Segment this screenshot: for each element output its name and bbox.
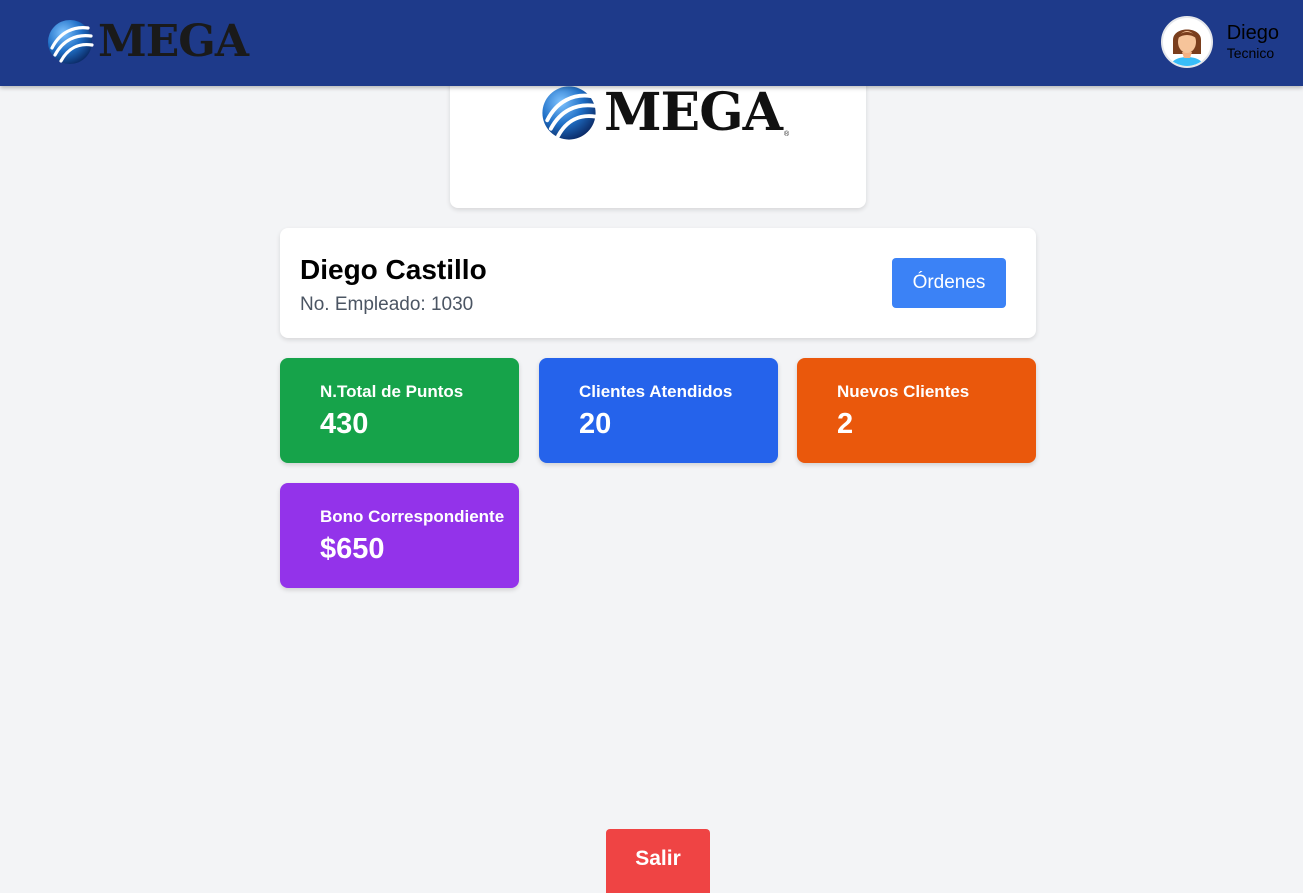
user-name: Diego xyxy=(1226,21,1279,44)
hero-logo: MEGA ® xyxy=(540,84,789,142)
stat-label: Nuevos Clientes xyxy=(837,382,970,401)
employee-name: Diego Castillo xyxy=(300,254,487,285)
orders-button[interactable]: Órdenes xyxy=(892,258,1006,308)
stat-value: 2 xyxy=(837,408,854,440)
top-bar: MEGA Diego Tecnico xyxy=(0,0,1303,86)
stat-value: 20 xyxy=(579,408,612,440)
registered-mark: ® xyxy=(783,131,790,138)
stat-card-new-clients: Nuevos Clientes 2 xyxy=(797,358,1036,463)
user-menu[interactable]: Diego Tecnico xyxy=(1160,16,1279,68)
stat-label: Clientes Atendidos xyxy=(579,382,733,401)
avatar-illustration-icon xyxy=(1170,29,1203,66)
stat-value: 430 xyxy=(320,408,369,440)
user-role: Tecnico xyxy=(1226,44,1275,61)
user-info: Diego Tecnico xyxy=(1227,22,1279,62)
hero-logo-text: MEGA xyxy=(604,82,783,143)
header-logo[interactable]: MEGA xyxy=(46,16,249,67)
stat-card-clients-served: Clientes Atendidos 20 xyxy=(539,358,778,463)
logo-card: MEGA ® xyxy=(450,70,866,208)
user-avatar-icon[interactable] xyxy=(1160,16,1213,68)
stat-card-total-points: N.Total de Puntos 430 xyxy=(280,358,519,463)
stat-card-bonus: Bono Correspondiente $650 xyxy=(280,483,519,588)
header-logo-text: MEGA xyxy=(98,16,249,67)
mega-logo-icon xyxy=(48,20,94,64)
exit-button[interactable]: Salir xyxy=(606,829,710,893)
mega-logo-icon xyxy=(542,86,598,140)
stat-value: $650 xyxy=(320,533,385,565)
employee-card: Diego Castillo No. Empleado: 1030 Órdene… xyxy=(280,228,1036,338)
stat-label: N.Total de Puntos xyxy=(320,382,464,401)
stat-label: Bono Correspondiente xyxy=(320,507,505,526)
employee-number: No. Empleado: 1030 xyxy=(300,294,474,315)
